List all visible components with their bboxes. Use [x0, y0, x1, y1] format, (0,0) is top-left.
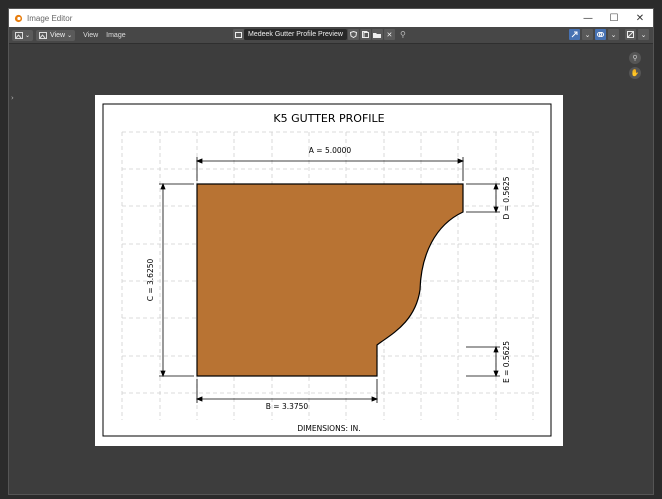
dim-b-label: B = 3.3750 [266, 402, 309, 411]
gizmo-toggle-button[interactable] [569, 29, 580, 40]
dim-d-label: D = 0.5625 [502, 176, 511, 219]
chevron-down-icon: ⌄ [584, 31, 591, 39]
overlay-icon [597, 32, 604, 37]
gizmo-icon [571, 31, 578, 38]
image-canvas[interactable]: › ⚲ ✋ K5 GUTTER PROFILE A = 5.0000 B = 3… [9, 44, 653, 494]
view-mode-label: View [50, 31, 66, 39]
dim-a-label: A = 5.0000 [309, 146, 352, 155]
dim-c-label: C = 3.6250 [146, 259, 155, 302]
toolbar-expand-arrow[interactable]: › [11, 94, 14, 102]
image-editor-icon [15, 31, 23, 39]
gizmo-dropdown[interactable]: ⌄ [582, 29, 593, 40]
menu-view[interactable]: View [83, 32, 98, 39]
navigation-gizmo: ⚲ ✋ [629, 52, 641, 82]
view-icon [39, 31, 48, 39]
overlay-toggle-button[interactable] [595, 29, 606, 40]
profile-svg: K5 GUTTER PROFILE A = 5.0000 B = 3.3750 … [102, 103, 552, 437]
chevron-down-icon: ⌄ [610, 31, 617, 39]
view-mode-button[interactable]: View ⌄ [36, 29, 76, 41]
close-button[interactable]: ✕ [627, 9, 653, 27]
drawing-title: K5 GUTTER PROFILE [273, 112, 384, 125]
minimize-button[interactable]: — [575, 9, 601, 27]
image-name-field[interactable]: Medeek Gutter Profile Preview [244, 29, 347, 40]
folder-icon [373, 32, 382, 38]
menu-image[interactable]: Image [106, 32, 125, 39]
fake-user-button[interactable] [347, 29, 359, 40]
new-image-button[interactable] [359, 29, 371, 40]
hand-pan-icon[interactable]: ✋ [629, 67, 641, 79]
header-right-tools: ⌄ ⌄ ⌄ [567, 29, 649, 40]
gutter-profile-shape [196, 183, 464, 377]
drawing-footer: DIMENSIONS: IN. [297, 424, 360, 433]
image-icon [235, 31, 242, 38]
pin-icon[interactable]: ⚲ [400, 30, 406, 39]
maximize-button[interactable]: ☐ [601, 9, 627, 27]
chevron-down-icon: ⌄ [640, 31, 647, 39]
gutter-profile-drawing: K5 GUTTER PROFILE A = 5.0000 B = 3.3750 … [95, 95, 563, 446]
sidebar-icon [627, 31, 634, 38]
blender-logo-icon [14, 14, 23, 22]
overlay-dropdown[interactable]: ⌄ [608, 29, 619, 40]
sidebar-toggle-button[interactable] [625, 29, 636, 40]
image-browse-button[interactable] [233, 29, 244, 40]
editor-header: ⌄ View ⌄ View Image Medeek Gutter Profil… [9, 27, 653, 44]
image-editor-window: Image Editor — ☐ ✕ ⌄ View ⌄ View Image M… [8, 8, 654, 495]
zoom-icon[interactable]: ⚲ [629, 52, 641, 64]
dim-e-label: E = 0.5625 [502, 341, 511, 383]
shield-icon [349, 31, 357, 38]
new-image-icon [361, 31, 369, 38]
open-image-button[interactable] [371, 29, 383, 40]
chevron-down-icon: ⌄ [25, 32, 31, 39]
editor-type-button[interactable]: ⌄ [12, 29, 34, 41]
chevron-down-icon: ⌄ [67, 32, 73, 39]
sidebar-dropdown[interactable]: ⌄ [638, 29, 649, 40]
window-title: Image Editor [27, 13, 73, 23]
unlink-image-button[interactable]: ✕ [383, 29, 395, 40]
title-bar[interactable]: Image Editor — ☐ ✕ [9, 9, 653, 27]
image-selector: Medeek Gutter Profile Preview ✕ ⚲ [232, 29, 406, 40]
